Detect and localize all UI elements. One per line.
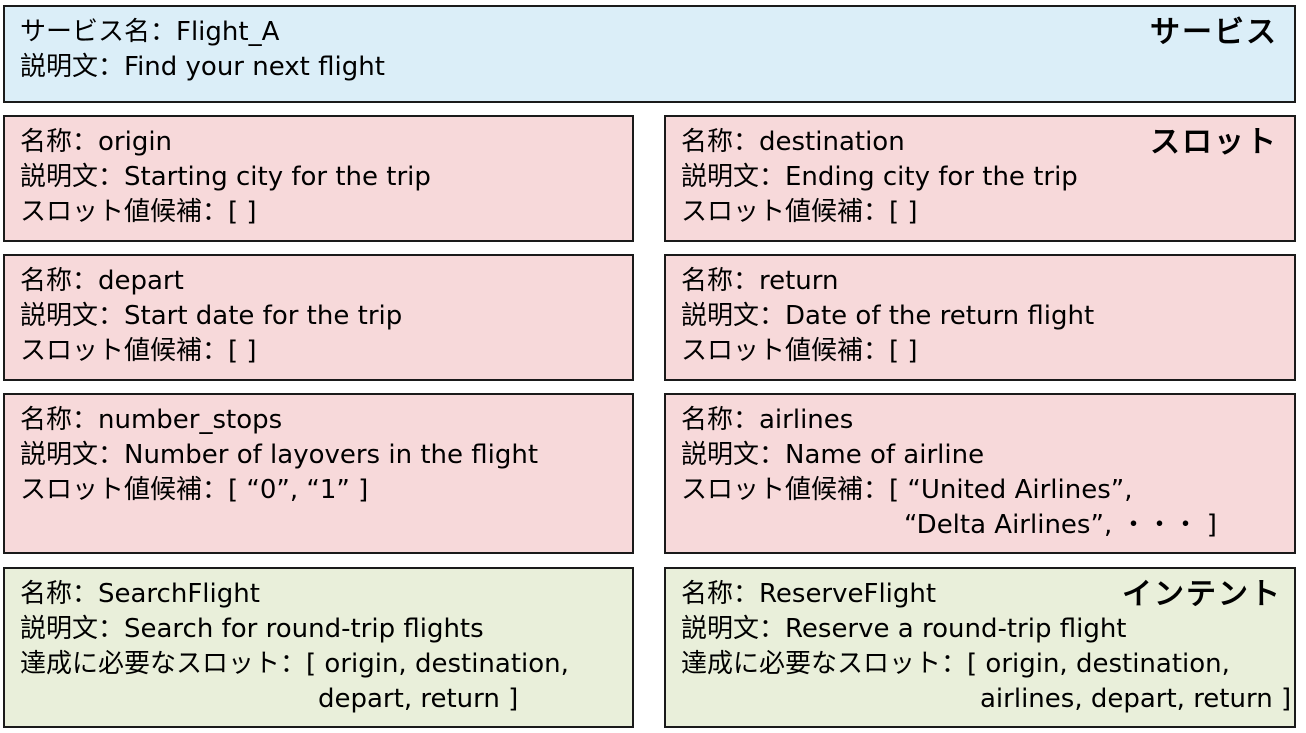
slot-name: 名称：destination	[681, 127, 905, 157]
slot-description: 説明文：Name of airline	[681, 440, 985, 470]
slot-box-depart: 名称：depart 説明文：Start date for the trip スロ…	[3, 254, 634, 381]
intent-description: 説明文：Reserve a round-trip flight	[681, 614, 1127, 644]
service-name: サービス名：Flight_A	[20, 17, 280, 47]
intent-required-slots-continued: airlines, depart, return ]	[980, 684, 1292, 714]
service-category-label: サービス	[1150, 15, 1278, 50]
slot-value-candidates: スロット値候補：[ ]	[681, 197, 918, 227]
intent-box-reserve-flight: 名称：ReserveFlight 説明文：Reserve a round-tri…	[664, 567, 1296, 728]
slot-category-label: スロット	[1150, 125, 1278, 160]
slot-value-candidates-continued: “Delta Airlines”, ・・・ ]	[904, 510, 1217, 540]
intent-required-slots-continued: depart, return ]	[318, 684, 519, 714]
intent-required-slots: 達成に必要なスロット：[ origin, destination,	[681, 649, 1230, 679]
service-box: サービス名：Flight_A 説明文：Find your next flight…	[3, 5, 1296, 103]
slot-name: 名称：return	[681, 266, 839, 296]
slot-name: 名称：number_stops	[20, 405, 283, 435]
slot-name: 名称：airlines	[681, 405, 854, 435]
intent-category-label: インテント	[1122, 577, 1282, 612]
slot-box-return: 名称：return 説明文：Date of the return flight …	[664, 254, 1296, 381]
slot-value-candidates: スロット値候補：[ “United Airlines”,	[681, 475, 1133, 505]
intent-name: 名称：ReserveFlight	[681, 579, 937, 609]
slot-value-candidates: スロット値候補：[ ]	[20, 336, 257, 366]
service-description: 説明文：Find your next flight	[20, 52, 385, 82]
slot-name: 名称：origin	[20, 127, 173, 157]
intent-description: 説明文：Search for round-trip flights	[20, 614, 484, 644]
slot-box-number-stops: 名称：number_stops 説明文：Number of layovers i…	[3, 393, 634, 554]
slot-description: 説明文：Date of the return flight	[681, 301, 1095, 331]
intent-name: 名称：SearchFlight	[20, 579, 260, 609]
slot-value-candidates: スロット値候補：[ ]	[681, 336, 918, 366]
slot-box-origin: 名称：origin 説明文：Starting city for the trip…	[3, 115, 634, 242]
slot-description: 説明文：Starting city for the trip	[20, 162, 431, 192]
slot-value-candidates: スロット値候補：[ “0”, “1” ]	[20, 475, 369, 505]
intent-box-search-flight: 名称：SearchFlight 説明文：Search for round-tri…	[3, 567, 634, 728]
slot-name: 名称：depart	[20, 266, 184, 296]
slot-description: 説明文：Ending city for the trip	[681, 162, 1078, 192]
slot-value-candidates: スロット値候補：[ ]	[20, 197, 257, 227]
slot-description: 説明文：Number of layovers in the flight	[20, 440, 539, 470]
slot-description: 説明文：Start date for the trip	[20, 301, 403, 331]
slot-box-airlines: 名称：airlines 説明文：Name of airline スロット値候補：…	[664, 393, 1296, 554]
intent-required-slots: 達成に必要なスロット：[ origin, destination,	[20, 649, 569, 679]
slot-box-destination: 名称：destination 説明文：Ending city for the t…	[664, 115, 1296, 242]
